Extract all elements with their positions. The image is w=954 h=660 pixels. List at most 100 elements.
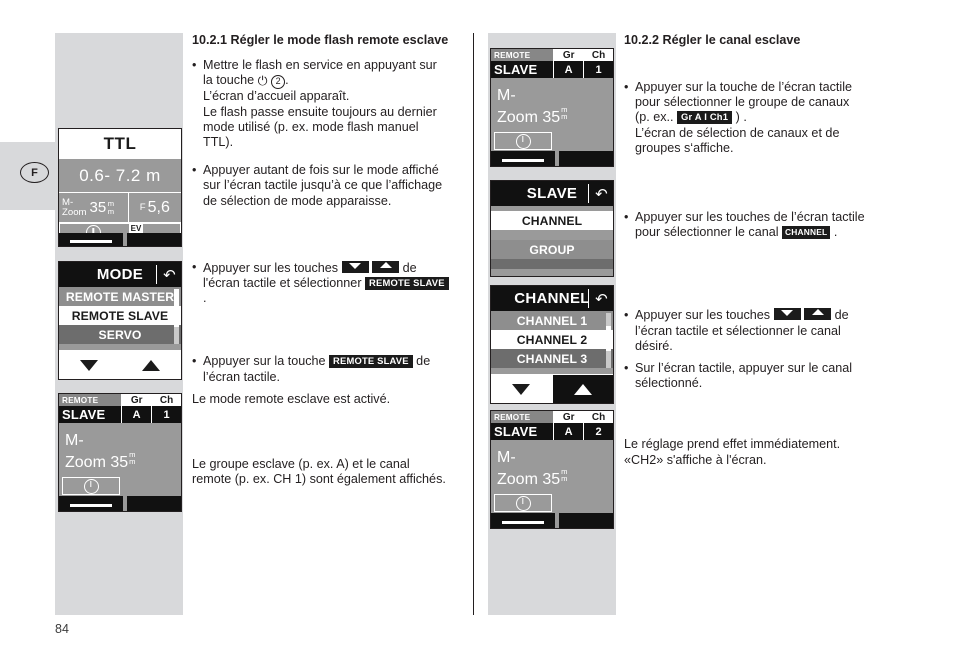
section-heading-1021: 10.2.1 Régler le mode flash remote escla… bbox=[192, 33, 449, 47]
rs2-body: M- Zoom 35m m bbox=[491, 78, 613, 166]
channel-item-1[interactable]: CHANNEL 1 bbox=[491, 311, 613, 330]
ttl-aperture-field: F 5,6 bbox=[127, 193, 181, 222]
ttl-mode-label: TTL bbox=[59, 129, 181, 159]
step-line: L’écran de sélection de canaux et de bbox=[635, 125, 840, 140]
mode-nav-up-button[interactable] bbox=[120, 350, 181, 379]
rs3-remote-label: REMOTE bbox=[491, 411, 554, 423]
step-line: de sélection de mode apparaisse. bbox=[203, 193, 392, 208]
mode-item-remote-slave[interactable]: REMOTE SLAVE bbox=[59, 306, 181, 325]
lcd-ttl-home-screen: TTL 0.6- 7.2 m M- Zoom 35 m m F 5,6 EV bbox=[58, 128, 182, 247]
rs3-zoom-line2: Zoom 35m m bbox=[497, 467, 568, 489]
ttl-zoom-value: 35 bbox=[89, 199, 107, 216]
rs2-remote-label: REMOTE bbox=[491, 49, 554, 61]
column-divider bbox=[473, 33, 475, 615]
right-text-column: 10.2.2 Régler le canal esclave Appuyer s… bbox=[624, 33, 914, 468]
step-press-remote-slave: Appuyer sur la touche REMOTE SLAVE de l’… bbox=[192, 354, 470, 384]
mode-nav-down-button[interactable] bbox=[59, 350, 121, 379]
ttl-distance-range: 0.6- 7.2 m bbox=[79, 165, 161, 185]
slave-item-group[interactable]: GROUP bbox=[491, 240, 613, 259]
rs3-channel-value: 2 bbox=[584, 423, 613, 440]
result-line: Le réglage prend effet immédiatement. bbox=[624, 437, 841, 452]
mode-scrollbar-thumb[interactable] bbox=[174, 289, 179, 327]
rs2-zoom-unit: mm bbox=[561, 105, 568, 122]
rs3-channel-cell[interactable]: Ch 2 bbox=[583, 411, 613, 440]
rs2-info-button[interactable] bbox=[494, 132, 552, 150]
step-line: Le flash passe ensuite toujours au derni… bbox=[203, 104, 437, 119]
channel-item-3[interactable]: CHANNEL 3 bbox=[491, 349, 613, 368]
rs1-channel-cell[interactable]: Ch 1 bbox=[151, 394, 181, 423]
rs1-group-header: Gr bbox=[122, 394, 152, 406]
step-line: mode utilisé (p. ex. mode flash manuel bbox=[203, 119, 419, 134]
down-arrow-icon bbox=[80, 359, 99, 371]
rs2-header: REMOTE SLAVE Gr A Ch 1 bbox=[491, 49, 613, 78]
step-line: l'écran tactile et sélectionner REMOTE S… bbox=[203, 276, 470, 291]
ttl-zoom-field: M- Zoom 35 m m bbox=[59, 193, 128, 222]
step-power-on: Mettre le flash en service en appuyant s… bbox=[192, 57, 470, 150]
step-line: Appuyer sur les touches de bbox=[203, 260, 417, 275]
up-arrow-icon bbox=[573, 383, 592, 395]
channel-nav-up-button[interactable] bbox=[552, 374, 613, 403]
rs1-footer-gap bbox=[123, 496, 127, 511]
rs1-group-cell[interactable]: Gr A bbox=[121, 394, 152, 423]
rs2-channel-value: 1 bbox=[584, 61, 613, 78]
ttl-aperture-prefix: F bbox=[139, 202, 146, 213]
step-line: désiré. bbox=[635, 338, 673, 353]
lcd-channel-menu: CHANNEL ↶ CHANNEL 1 CHANNEL 2 CHANNEL 3 bbox=[490, 285, 614, 404]
rs1-footer-bar bbox=[59, 496, 181, 511]
step-line: pour sélectionner le canal CHANNEL . bbox=[635, 225, 838, 240]
rs2-zoom-line2: Zoom 35m m bbox=[497, 105, 568, 127]
gr-ch-chip: Gr A I Ch1 bbox=[677, 111, 733, 125]
rs2-zoom-line1: M- bbox=[497, 87, 516, 104]
step-select-remote-slave: Appuyer sur les touches de l'écran tacti… bbox=[192, 260, 470, 307]
rs3-header: REMOTE SLAVE Gr A Ch 2 bbox=[491, 411, 613, 440]
mode-nav-row bbox=[59, 350, 181, 379]
rs3-footer-underline bbox=[502, 521, 544, 524]
rs3-info-button[interactable] bbox=[494, 494, 552, 512]
lcd-remote-slave-ch2: REMOTE SLAVE Gr A Ch 2 M- Zoom 35m m bbox=[490, 410, 614, 529]
ttl-footer-bar bbox=[59, 233, 181, 246]
section-heading-1022: 10.2.2 Régler le canal esclave bbox=[624, 33, 801, 47]
rs3-slave-label: SLAVE bbox=[491, 423, 554, 440]
rs1-zoom-unit: mm bbox=[129, 450, 136, 467]
rs2-channel-header: Ch bbox=[584, 49, 613, 61]
power-ring-icon bbox=[515, 495, 531, 511]
rs3-group-cell[interactable]: Gr A bbox=[553, 411, 584, 440]
back-arrow-icon[interactable]: ↶ bbox=[595, 185, 608, 203]
rs1-channel-header: Ch bbox=[152, 394, 181, 406]
step-select-channel: Appuyer sur les touches de l’écran tacti… bbox=[624, 210, 914, 240]
channel-nav-down-button[interactable] bbox=[491, 374, 553, 403]
mode-item-servo[interactable]: SERVO bbox=[59, 325, 181, 344]
slave-item-channel[interactable]: CHANNEL bbox=[491, 211, 613, 230]
channel-item-2[interactable]: CHANNEL 2 bbox=[491, 330, 613, 349]
step-line: groupes s‘affiche. bbox=[635, 140, 734, 155]
result-setting-applied: Le réglage prend effet immédiatement. «C… bbox=[624, 437, 914, 467]
result-line: «CH2» s'affiche à l'écran. bbox=[624, 452, 767, 467]
step-line: TTL). bbox=[203, 135, 234, 150]
back-arrow-icon[interactable]: ↶ bbox=[163, 266, 176, 284]
mode-item-remote-master[interactable]: REMOTE MASTER bbox=[59, 287, 181, 306]
result-remote-slave-active: Le mode remote esclave est activé. bbox=[192, 391, 391, 406]
channel-scrollbar-thumb[interactable] bbox=[606, 326, 611, 351]
back-arrow-icon[interactable]: ↶ bbox=[595, 290, 608, 308]
rs2-channel-cell[interactable]: Ch 1 bbox=[583, 49, 613, 78]
step-line: Mettre le flash en service en appuyant s… bbox=[203, 58, 437, 72]
channel-chip: CHANNEL bbox=[782, 226, 831, 239]
up-arrow-icon bbox=[372, 260, 400, 273]
rs1-zoom-line2: Zoom 35m m bbox=[65, 450, 136, 472]
rs2-group-cell[interactable]: Gr A bbox=[553, 49, 584, 78]
lcd-mode-menu: MODE ↶ REMOTE MASTER REMOTE SLAVE SERVO bbox=[58, 261, 182, 380]
rs1-info-button[interactable] bbox=[62, 477, 120, 495]
ttl-ev-label: EV bbox=[128, 224, 144, 233]
left-text-column: 10.2.1 Régler le mode flash remote escla… bbox=[192, 33, 470, 487]
rs3-mode-block: REMOTE SLAVE bbox=[491, 411, 554, 440]
remote-slave-chip: REMOTE SLAVE bbox=[329, 355, 413, 369]
lcd-remote-slave-ch1-mid: REMOTE SLAVE Gr A Ch 1 M- Zoom 35m m bbox=[490, 48, 614, 167]
manual-page: F 84 TTL 0.6- 7.2 m M- Zoom 35 m m F 5,6 bbox=[0, 0, 954, 660]
lcd-remote-slave-ch1: REMOTE SLAVE Gr A Ch 1 M- Zoom 35m m bbox=[58, 393, 182, 512]
rs2-footer-gap bbox=[555, 151, 559, 166]
